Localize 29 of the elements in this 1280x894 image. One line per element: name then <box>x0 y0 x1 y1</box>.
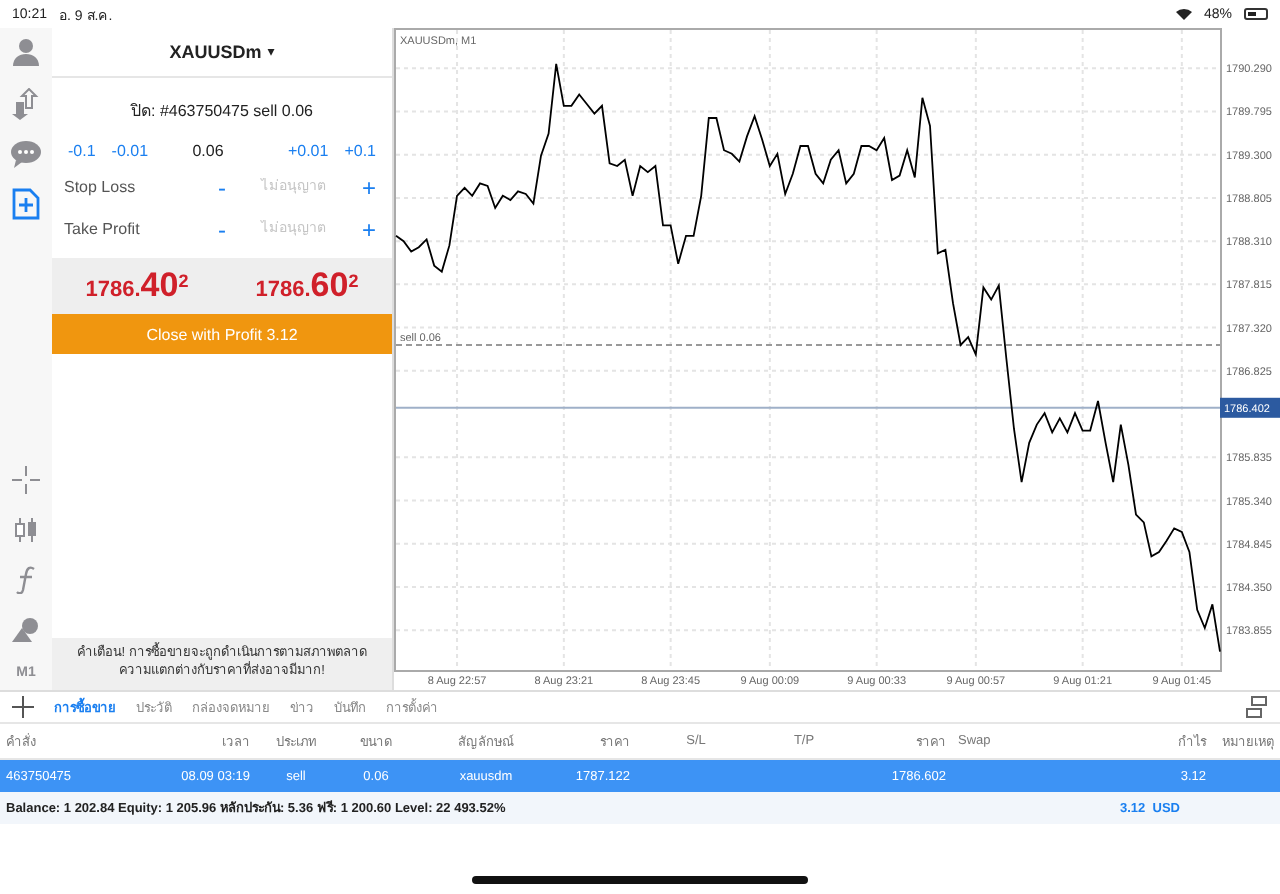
volume-step-button[interactable]: +0.01 <box>279 142 337 160</box>
level-label: Stop Loss <box>64 178 138 196</box>
decrease-button[interactable]: - <box>213 173 230 201</box>
volume-value: 0.06 <box>190 142 226 160</box>
shapes-icon[interactable] <box>10 616 42 644</box>
position-info: ปิด: #463750475 sell 0.06 <box>128 100 315 124</box>
volume-step-button[interactable]: -0.01 <box>103 142 157 160</box>
chat-icon[interactable] <box>10 140 42 168</box>
volume-step-button[interactable]: +0.1 <box>336 142 384 160</box>
close-position-button[interactable]: Close with Profit 3.12 <box>52 314 392 354</box>
price-tag <box>1220 397 1280 418</box>
price-quote[interactable]: 1786.60$^{2}$ <box>255 266 359 306</box>
candles-icon[interactable] <box>12 516 40 544</box>
symbol-title[interactable]: XAUUSDm <box>169 42 262 62</box>
layout-icon[interactable] <box>1246 696 1268 718</box>
arrows-icon[interactable] <box>10 88 42 120</box>
price-quote[interactable]: 1786.40$^{2}$ <box>85 266 189 306</box>
person-icon[interactable] <box>10 36 42 68</box>
increase-button[interactable]: + <box>357 215 380 243</box>
add-icon[interactable] <box>12 696 34 718</box>
function-icon[interactable] <box>16 566 36 594</box>
new-order-icon[interactable] <box>12 188 40 220</box>
decrease-button[interactable]: - <box>213 215 230 243</box>
level-label: Take Profit <box>64 220 142 238</box>
crosshair-icon[interactable] <box>12 466 40 494</box>
increase-button[interactable]: + <box>357 173 380 201</box>
battery-icon <box>1244 8 1268 20</box>
volume-step-button[interactable]: -0.1 <box>60 142 104 160</box>
wifi-icon <box>1175 8 1192 20</box>
